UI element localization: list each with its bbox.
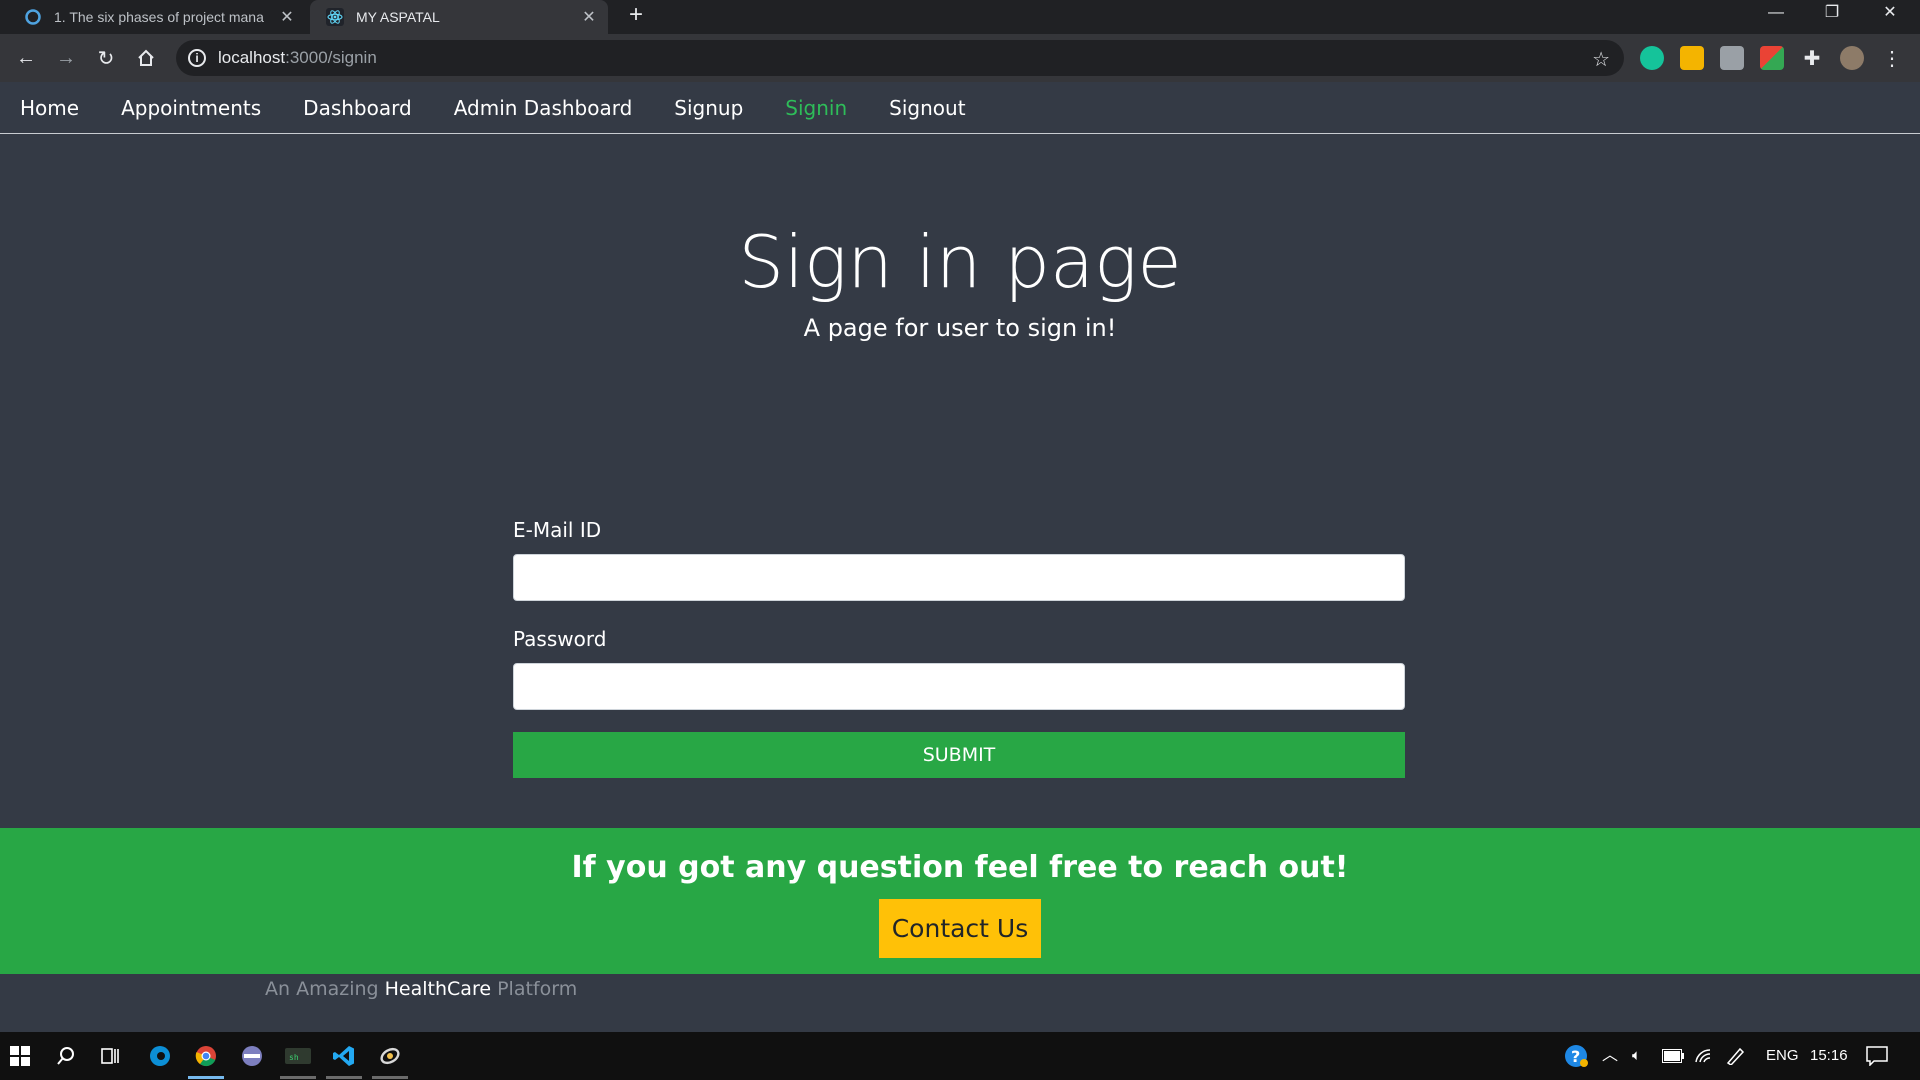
contact-banner: If you got any question feel free to rea… [0, 828, 1920, 974]
media-app-icon[interactable] [236, 1040, 268, 1072]
email-field[interactable] [513, 554, 1405, 601]
volume-icon[interactable]: 🔈︎ [1632, 1032, 1641, 1080]
wifi-icon[interactable] [1694, 1032, 1714, 1080]
close-tab-icon[interactable]: ✕ [580, 7, 598, 27]
nav-appointments[interactable]: Appointments [121, 96, 261, 120]
tab-title: 1. The six phases of project mana [54, 9, 264, 25]
back-icon[interactable]: ← [12, 44, 40, 72]
page-subtitle: A page for user to sign in! [803, 314, 1117, 342]
nav-signin[interactable]: Signin [785, 96, 847, 120]
nav-signout[interactable]: Signout [889, 96, 965, 120]
restore-icon[interactable]: ❐ [1804, 0, 1860, 30]
url-path: :3000/signin [285, 48, 377, 67]
submit-button[interactable]: SUBMIT [513, 732, 1405, 778]
dev-tool-icon[interactable] [374, 1040, 406, 1072]
minimize-icon[interactable]: — [1748, 0, 1804, 30]
browser-tab-strip: 1. The six phases of project mana ✕ MY A… [0, 0, 1920, 34]
active-app-indicator [188, 1076, 224, 1079]
home-icon[interactable] [132, 44, 160, 72]
address-bar[interactable]: i localhost:3000/signin ☆ [176, 40, 1624, 76]
contact-us-button[interactable]: Contact Us [879, 899, 1041, 958]
search-icon[interactable] [50, 1040, 82, 1072]
coursera-icon [24, 8, 42, 26]
classroom-extension-icon[interactable] [1680, 46, 1704, 70]
open-app-indicator [280, 1076, 316, 1079]
help-icon[interactable]: ? [1560, 1040, 1592, 1072]
close-window-icon[interactable]: ✕ [1862, 0, 1918, 30]
browser-toolbar: ← → ↻ i localhost:3000/signin ☆ ✚ ⋮ [0, 34, 1920, 82]
nav-dashboard[interactable]: Dashboard [303, 96, 412, 120]
contact-banner-heading: If you got any question feel free to rea… [571, 850, 1349, 885]
reload-icon[interactable]: ↻ [92, 44, 120, 72]
svg-text:sh: sh [289, 1053, 299, 1062]
clock-time[interactable]: 15:16 [1810, 1032, 1848, 1080]
open-app-indicator [326, 1076, 362, 1079]
password-field[interactable] [513, 663, 1405, 710]
puzzle-extensions-icon[interactable]: ✚ [1800, 46, 1824, 70]
browser-tab-inactive[interactable]: 1. The six phases of project mana ✕ [8, 0, 306, 34]
tagline-brand: HealthCare [384, 978, 492, 1000]
react-icon [326, 8, 344, 26]
site-info-icon[interactable]: i [188, 49, 206, 67]
footer-tagline: An Amazing HealthCare Platform [265, 978, 577, 1000]
edge-icon[interactable] [144, 1040, 176, 1072]
tab-title: MY ASPATAL [356, 9, 440, 25]
site-navbar: Home Appointments Dashboard Admin Dashbo… [0, 82, 1920, 134]
page-title: Sign in page [738, 220, 1182, 304]
pen-icon[interactable] [1726, 1032, 1746, 1080]
chevron-up-icon[interactable]: ︿ [1602, 1032, 1618, 1080]
open-app-indicator [372, 1076, 408, 1079]
nav-signup[interactable]: Signup [674, 96, 743, 120]
browser-menu-icon[interactable]: ⋮ [1880, 46, 1904, 70]
chrome-icon[interactable] [190, 1040, 222, 1072]
vscode-icon[interactable] [328, 1040, 360, 1072]
close-tab-icon[interactable]: ✕ [278, 7, 296, 27]
extension-icon[interactable] [1720, 46, 1744, 70]
new-tab-icon[interactable]: + [622, 0, 650, 34]
bookmark-star-icon[interactable]: ☆ [1592, 47, 1610, 72]
password-label: Password [513, 627, 607, 651]
windows-start-icon[interactable] [4, 1040, 36, 1072]
grammarly-extension-icon[interactable] [1640, 46, 1664, 70]
language-indicator[interactable]: ENG [1766, 1032, 1799, 1080]
notifications-icon[interactable] [1866, 1032, 1888, 1080]
email-label: E-Mail ID [513, 518, 602, 542]
forward-icon[interactable]: → [52, 44, 80, 72]
url-host: localhost [218, 48, 286, 67]
tagline-prefix: An Amazing [265, 978, 379, 1000]
nav-home[interactable]: Home [20, 96, 79, 120]
task-view-icon[interactable] [94, 1040, 126, 1072]
tagline-suffix: Platform [497, 978, 578, 1000]
profile-avatar[interactable] [1840, 46, 1864, 70]
terminal-icon[interactable]: sh [282, 1040, 314, 1072]
signin-form: E-Mail ID Password SUBMIT [513, 518, 1405, 778]
battery-icon[interactable] [1662, 1032, 1684, 1080]
browser-tab-active[interactable]: MY ASPATAL ✕ [310, 0, 608, 34]
windows-taskbar: sh ? ︿ 🔈︎ ENG 15:16 [0, 1032, 1920, 1080]
nav-admin-dashboard[interactable]: Admin Dashboard [454, 96, 633, 120]
colorful-extension-icon[interactable] [1760, 46, 1784, 70]
svg-text:?: ? [1571, 1047, 1580, 1066]
